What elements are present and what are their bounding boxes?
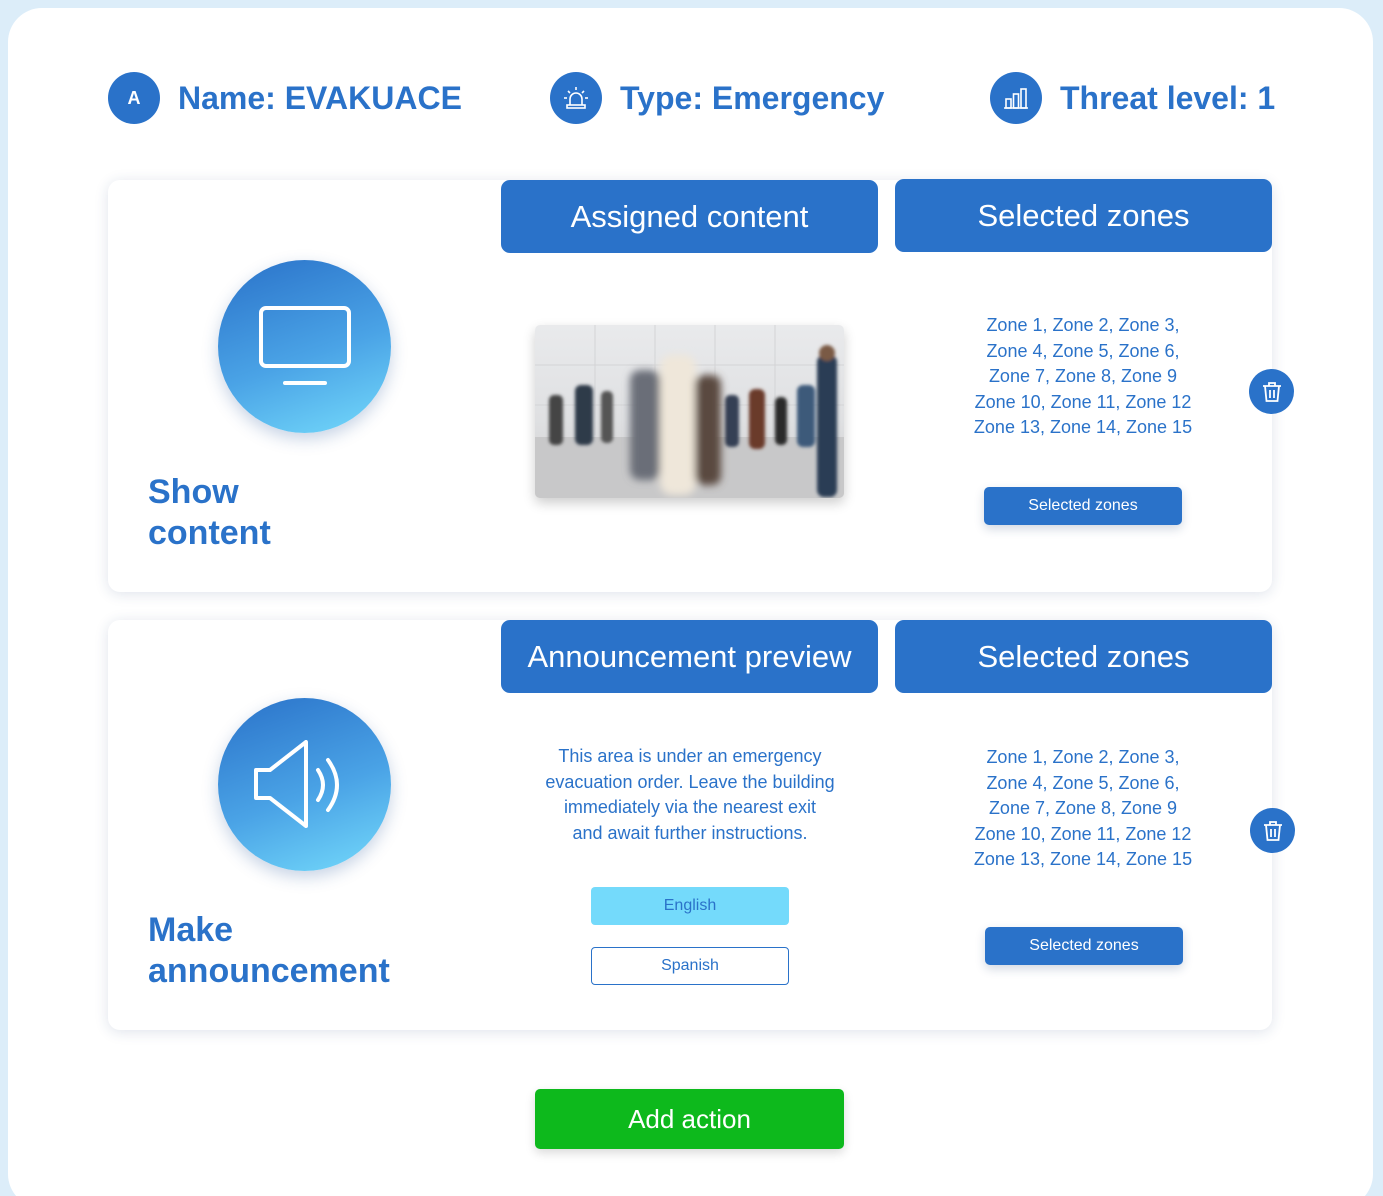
header-threat: Threat level: 1 [990,72,1275,124]
action-card-show-content: Assigned content Selected zones Show con… [108,179,1272,592]
action-title-line: Make [148,911,234,949]
announcement-line: immediately via the nearest exit [563,797,817,817]
zones-line: Zone 1, Zone 2, Zone 3, [986,747,1180,767]
siren-icon [550,72,602,124]
action-title: Make announcement [148,910,390,992]
zones-line: Zone 4, Zone 5, Zone 6, [986,340,1180,361]
content-thumbnail[interactable] [535,325,844,498]
speaker-icon [218,698,391,871]
announcement-line: and await further instructions. [572,822,808,843]
chart-building-icon [990,72,1042,124]
announcement-line: This area is under an emergency [558,746,822,766]
name-letter-icon: A [108,72,160,124]
zones-line: Zone 1, Zone 2, Zone 3, [986,315,1180,335]
announcement-line: evacuation order. Leave the building [545,771,835,792]
selected-zones-header: Selected zones [895,179,1272,252]
assigned-content-header: Assigned content [501,180,878,253]
zones-line: Zone 7, Zone 8, Zone 9 [988,798,1178,818]
selected-zones-button[interactable]: Selected zones [985,927,1183,965]
zones-line: Zone 7, Zone 8, Zone 9 [988,366,1178,386]
announcement-preview-header: Announcement preview [501,620,878,693]
zones-list: Zone 1, Zone 2, Zone 3, Zone 4, Zone 5, … [953,745,1213,873]
delete-action-button[interactable] [1250,808,1295,853]
delete-action-button[interactable] [1249,369,1294,414]
action-name-label: Name: EVAKUACE [178,79,462,116]
selected-zones-button[interactable]: Selected zones [984,487,1182,525]
zones-line: Zone 4, Zone 5, Zone 6, [986,772,1180,793]
monitor-icon [218,260,391,433]
action-type-label: Type: Emergency [620,79,885,116]
add-action-button[interactable]: Add action [535,1089,844,1149]
zones-list: Zone 1, Zone 2, Zone 3, Zone 4, Zone 5, … [953,313,1213,441]
zones-line: Zone 10, Zone 11, Zone 12 [974,823,1192,844]
selected-zones-header: Selected zones [895,620,1272,693]
zones-line: Zone 13, Zone 14, Zone 15 [973,849,1193,869]
zones-line: Zone 10, Zone 11, Zone 12 [974,391,1192,412]
action-card-make-announcement: Announcement preview Selected zones Make… [108,620,1272,1030]
language-spanish-button[interactable]: Spanish [591,947,789,985]
threat-level-label: Threat level: 1 [1060,79,1276,116]
action-title: Show content [148,472,271,554]
action-title-line: Show [148,473,239,511]
zones-line: Zone 13, Zone 14, Zone 15 [973,417,1193,437]
header-type: Type: Emergency [550,72,884,124]
trash-icon [1263,820,1282,841]
header-name: A Name: EVAKUACE [108,72,462,124]
trash-icon [1262,381,1281,402]
language-english-button[interactable]: English [591,887,789,925]
announcement-text: This area is under an emergency evacuati… [508,744,872,846]
action-title-line: content [148,514,271,552]
action-title-line: announcement [148,952,390,990]
